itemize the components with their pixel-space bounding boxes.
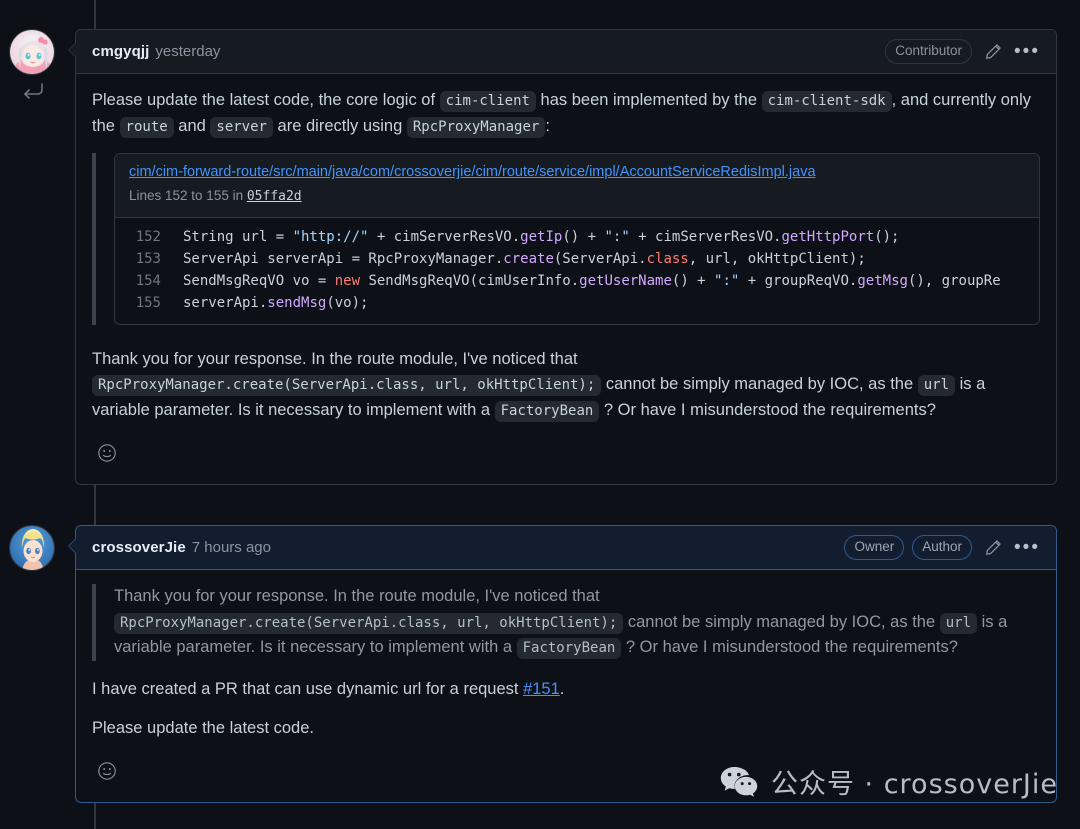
inline-code-rpcproxymanager: RpcProxyManager bbox=[406, 116, 546, 138]
text-run: . bbox=[559, 679, 565, 698]
quoted-paragraph: Thank you for your response. In the rout… bbox=[114, 584, 1040, 661]
line-number: 153 bbox=[135, 250, 161, 267]
pencil-icon[interactable] bbox=[980, 39, 1006, 65]
line-code: String url = "http://" + cimServerResVO.… bbox=[183, 228, 900, 245]
avatar-crossoverjie[interactable] bbox=[9, 525, 55, 571]
comment-author[interactable]: crossoverJie bbox=[92, 539, 186, 556]
comment-header-actions: Owner Author ••• bbox=[844, 535, 1040, 561]
code-permalink-quote: cim/cim-forward-route/src/main/java/com/… bbox=[92, 153, 1040, 325]
kebab-menu-icon[interactable]: ••• bbox=[1014, 535, 1040, 561]
inline-code-url: url bbox=[917, 375, 956, 397]
code-snippet: cim/cim-forward-route/src/main/java/com/… bbox=[114, 153, 1040, 325]
paragraph-question: Thank you for your response. In the rout… bbox=[92, 347, 1040, 424]
pr-link-151[interactable]: #151 bbox=[523, 680, 560, 698]
badge-contributor: Contributor bbox=[885, 39, 972, 64]
inline-code-cim-client-sdk: cim-client-sdk bbox=[761, 91, 892, 112]
comment-card-cmgyqjj: cmgyqjj yesterday Contributor ••• Please… bbox=[68, 29, 1057, 485]
avatar-image bbox=[10, 526, 54, 570]
code-row: 155 serverApi.sendMsg(vo); bbox=[115, 292, 1039, 314]
text-run: cannot be simply managed by IOC, as the bbox=[623, 612, 940, 631]
line-code: ServerApi serverApi = RpcProxyManager.cr… bbox=[183, 250, 866, 267]
code-row: 153 ServerApi serverApi = RpcProxyManage… bbox=[115, 248, 1039, 270]
inline-code-create-call: RpcProxyManager.create(ServerApi.class, … bbox=[114, 612, 624, 634]
comment-header-actions: Contributor ••• bbox=[885, 39, 1040, 65]
smiley-face-icon[interactable] bbox=[92, 438, 122, 468]
paragraph-request: Please update the latest code. bbox=[92, 719, 314, 738]
line-number: 154 bbox=[135, 272, 161, 289]
comment-header: crossoverJie 7 hours ago Owner Author ••… bbox=[68, 526, 1056, 570]
comment-body: Please update the latest code, the core … bbox=[76, 74, 1056, 434]
quoted-text-blockquote: Thank you for your response. In the rout… bbox=[92, 584, 1040, 661]
badge-author: Author bbox=[912, 535, 972, 560]
bubble-arrow-inner bbox=[69, 538, 77, 554]
text-run: and bbox=[173, 116, 211, 135]
comment-timestamp[interactable]: yesterday bbox=[155, 43, 220, 60]
watermark: 公众号 · crossoverJie bbox=[720, 762, 1058, 801]
inline-code-url: url bbox=[939, 612, 978, 634]
bubble-arrow-inner bbox=[69, 42, 77, 58]
inline-code-route: route bbox=[119, 116, 174, 138]
reactions-bar bbox=[76, 434, 1056, 484]
code-snippet-path-link[interactable]: cim/cim-forward-route/src/main/java/com/… bbox=[129, 163, 1025, 183]
inline-code-server: server bbox=[210, 116, 273, 138]
paragraph-pr-link: I have created a PR that can use dynamic… bbox=[92, 677, 1040, 703]
wechat-icon bbox=[720, 766, 758, 798]
line-number: 152 bbox=[135, 228, 161, 245]
comment-body: Thank you for your response. In the rout… bbox=[76, 570, 1056, 752]
code-snippet-lines-body: 152 String url = "http://" + cimServerRe… bbox=[115, 218, 1039, 324]
paragraph-intro: Please update the latest code, the core … bbox=[92, 88, 1040, 139]
text-run: ? Or have I misunderstood the requiremen… bbox=[599, 400, 936, 419]
line-code: serverApi.sendMsg(vo); bbox=[183, 294, 369, 311]
text-run: Thank you for your response. In the rout… bbox=[114, 587, 600, 605]
text-run: : bbox=[545, 116, 550, 135]
text-run: are directly using bbox=[272, 116, 407, 135]
watermark-text: 公众号 · crossoverJie bbox=[770, 769, 1058, 800]
pencil-icon[interactable] bbox=[980, 535, 1006, 561]
inline-code-factorybean: FactoryBean bbox=[494, 400, 600, 422]
kebab-menu-icon[interactable]: ••• bbox=[1014, 39, 1040, 65]
text-run: has been implemented by the bbox=[535, 91, 762, 109]
comment-author[interactable]: cmgyqjj bbox=[92, 43, 149, 60]
code-row: 154 SendMsgReqVO vo = new SendMsgReqVO(c… bbox=[115, 270, 1039, 292]
comment-header: cmgyqjj yesterday Contributor ••• bbox=[68, 30, 1056, 74]
inline-code-create-call: RpcProxyManager.create(ServerApi.class, … bbox=[92, 375, 602, 397]
smiley-face-icon[interactable] bbox=[92, 756, 122, 786]
code-snippet-header: cim/cim-forward-route/src/main/java/com/… bbox=[115, 154, 1039, 218]
text-run: Please update the latest code, the core … bbox=[92, 91, 440, 109]
line-number: 155 bbox=[135, 294, 161, 311]
avatar-cmgyqjj[interactable] bbox=[9, 29, 55, 75]
commit-sha-link[interactable]: 05ffa2d bbox=[247, 189, 302, 204]
text-run: Thank you for your response. In the rout… bbox=[92, 349, 578, 368]
avatar-image bbox=[10, 30, 54, 74]
text-run: I have created a PR that can use dynamic… bbox=[92, 679, 524, 698]
code-snippet-lines: Lines 152 to 155 in 05ffa2d bbox=[129, 186, 1025, 207]
lines-label: Lines 152 to 155 in bbox=[129, 187, 247, 203]
github-comment-thread: cmgyqjj yesterday Contributor ••• Please… bbox=[0, 0, 1080, 829]
inline-code-factorybean: FactoryBean bbox=[516, 638, 622, 660]
reply-arrow-icon bbox=[22, 82, 44, 105]
line-code: SendMsgReqVO vo = new SendMsgReqVO(cimUs… bbox=[183, 272, 1001, 289]
text-run: cannot be simply managed by IOC, as the bbox=[601, 375, 918, 394]
code-row: 152 String url = "http://" + cimServerRe… bbox=[115, 226, 1039, 248]
comment-timestamp[interactable]: 7 hours ago bbox=[192, 539, 271, 556]
text-run: ? Or have I misunderstood the requiremen… bbox=[621, 638, 958, 657]
inline-code-cim-client: cim-client bbox=[439, 91, 536, 112]
badge-owner: Owner bbox=[844, 535, 905, 560]
